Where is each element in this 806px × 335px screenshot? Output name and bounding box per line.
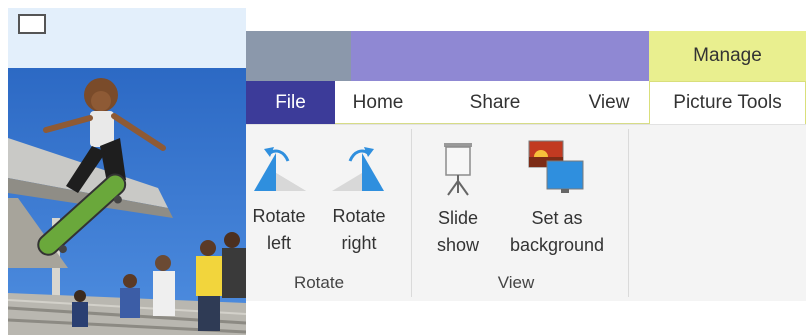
- rotate-right-label: Rotate right: [332, 206, 386, 253]
- rotate-group-label: Rotate: [293, 273, 345, 292]
- group-divider: [411, 129, 412, 297]
- select-checkbox[interactable]: [18, 14, 46, 34]
- rotate-left-button[interactable]: Rotate left: [246, 143, 312, 257]
- group-divider: [628, 129, 629, 297]
- projector-screen-icon: [444, 143, 472, 196]
- file-thumbnail-item[interactable]: [8, 8, 246, 335]
- set-as-background-label: Set as background: [509, 208, 605, 255]
- ribbon-panel: Rotate left Rotate right Rotate Slide sh: [246, 124, 806, 301]
- rotate-right-button[interactable]: Rotate right: [326, 143, 392, 257]
- ribbon-tab-row: File Home Share View Picture Tools: [246, 81, 806, 124]
- tab-file[interactable]: File: [246, 81, 335, 124]
- set-as-background-button[interactable]: Set as background: [502, 139, 612, 259]
- view-group-label: View: [497, 273, 535, 292]
- tab-view[interactable]: View: [569, 81, 649, 124]
- rotate-left-label: Rotate left: [252, 206, 306, 253]
- rotate-left-icon: [254, 147, 306, 191]
- title-bar: [351, 31, 649, 81]
- slide-show-label: Slide show: [436, 208, 480, 255]
- contextual-tab-manage[interactable]: Manage: [649, 31, 806, 81]
- skateboard-photo-thumbnail[interactable]: [8, 68, 246, 335]
- tab-share[interactable]: Share: [451, 81, 539, 124]
- desktop-background-icon: [528, 140, 584, 193]
- tab-home[interactable]: Home: [335, 81, 421, 124]
- slide-show-button[interactable]: Slide show: [428, 141, 488, 259]
- rotate-right-icon: [332, 147, 384, 191]
- tab-picture-tools[interactable]: Picture Tools: [649, 81, 806, 124]
- quick-access-area: [246, 31, 351, 81]
